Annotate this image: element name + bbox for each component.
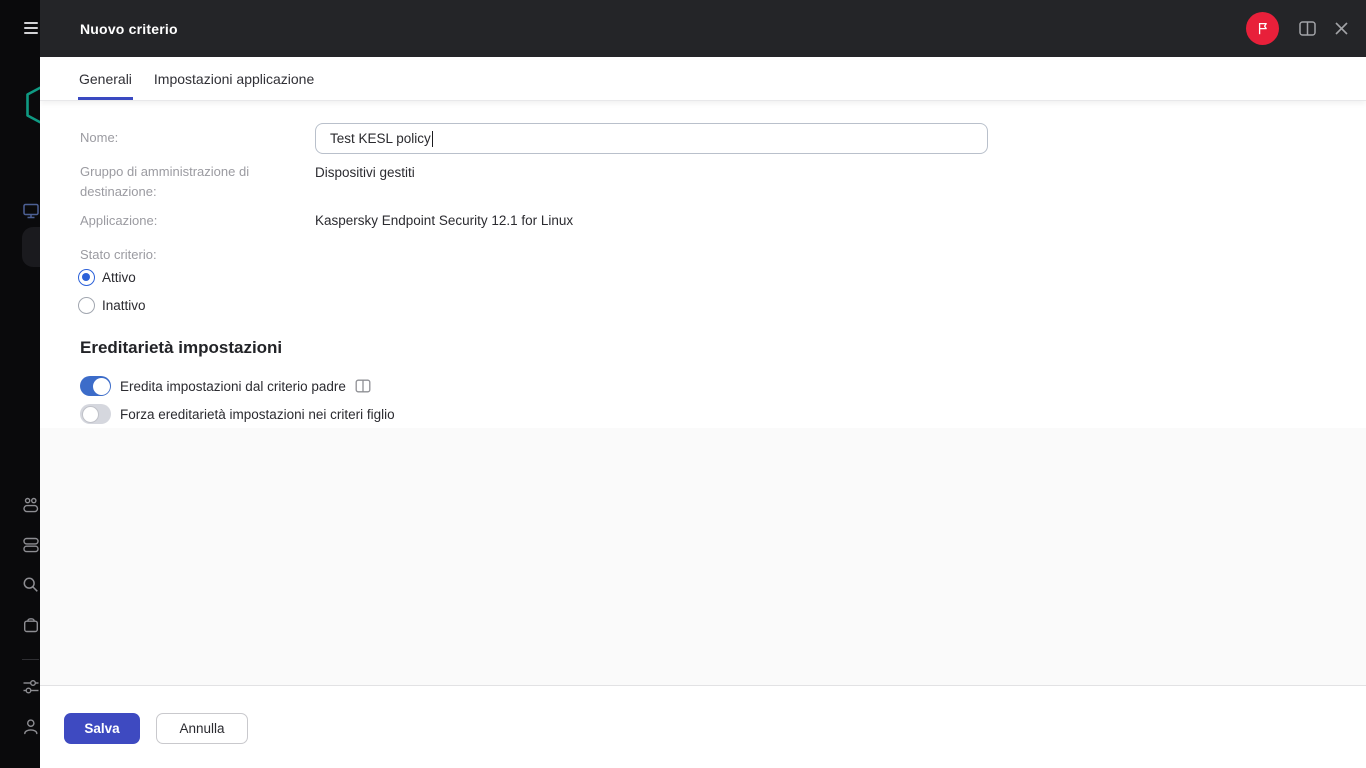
new-policy-window: Nuovo criterio Generali Impostazioni app… xyxy=(0,0,1366,768)
inheritance-heading: Ereditarietà impostazioni xyxy=(80,338,283,357)
inherit-parent-toggle[interactable] xyxy=(80,376,111,396)
policy-name-value: Test KESL policy xyxy=(330,131,431,146)
text-caret xyxy=(431,130,433,147)
search-icon[interactable] xyxy=(22,576,40,594)
close-button[interactable] xyxy=(1330,18,1352,40)
nav-selected-item[interactable] xyxy=(22,227,40,267)
dialog-title: Nuovo criterio xyxy=(80,20,178,37)
radio-inattivo[interactable]: Inattivo xyxy=(78,297,146,314)
force-inherit-toggle[interactable] xyxy=(80,404,111,424)
save-button[interactable]: Salva xyxy=(64,713,140,744)
nav-divider xyxy=(22,659,39,660)
marketplace-icon[interactable] xyxy=(22,616,40,634)
radio-selected-icon xyxy=(78,269,95,286)
settings-icon[interactable] xyxy=(22,678,40,696)
menu-icon[interactable] xyxy=(24,22,38,34)
policy-name-input[interactable]: Test KESL policy xyxy=(315,123,988,154)
book-icon xyxy=(1298,21,1316,36)
help-button[interactable] xyxy=(1296,18,1318,40)
servers-icon[interactable] xyxy=(22,536,40,554)
dialog-footer: Salva Annulla xyxy=(40,685,1366,768)
flag-icon xyxy=(1258,22,1267,35)
force-inherit-row: Forza ereditarietà impostazioni nei crit… xyxy=(80,404,395,424)
tab-impostazioni-applicazione[interactable]: Impostazioni applicazione xyxy=(153,57,315,100)
radio-attivo[interactable]: Attivo xyxy=(78,269,136,286)
admin-group-label: Gruppo di amministrazione di destinazion… xyxy=(80,164,250,199)
devices-icon[interactable] xyxy=(22,496,40,514)
application-value: Kaspersky Endpoint Security 12.1 for Lin… xyxy=(315,213,574,228)
tab-generali[interactable]: Generali xyxy=(78,57,133,100)
monitoring-icon[interactable] xyxy=(22,202,40,220)
dialog-tabs: Generali Impostazioni applicazione xyxy=(40,57,1366,101)
dialog-titlebar: Nuovo criterio xyxy=(40,0,1366,57)
whats-new-button[interactable] xyxy=(1246,12,1279,45)
general-tab-panel: Nome: Test KESL policy Gruppo di amminis… xyxy=(40,101,1366,428)
account-icon[interactable] xyxy=(22,718,40,736)
inherit-parent-row: Eredita impostazioni dal criterio padre xyxy=(80,376,371,396)
name-label: Nome: xyxy=(80,130,119,145)
book-icon[interactable] xyxy=(355,379,371,393)
cancel-button[interactable]: Annulla xyxy=(156,713,248,744)
radio-unselected-icon xyxy=(78,297,95,314)
policy-status-label: Stato criterio: xyxy=(80,247,157,262)
close-icon xyxy=(1334,22,1348,35)
application-label: Applicazione: xyxy=(80,213,158,228)
nav-rail xyxy=(0,0,40,768)
admin-group-value: Dispositivi gestiti xyxy=(315,165,415,180)
kaspersky-logo xyxy=(26,82,40,133)
